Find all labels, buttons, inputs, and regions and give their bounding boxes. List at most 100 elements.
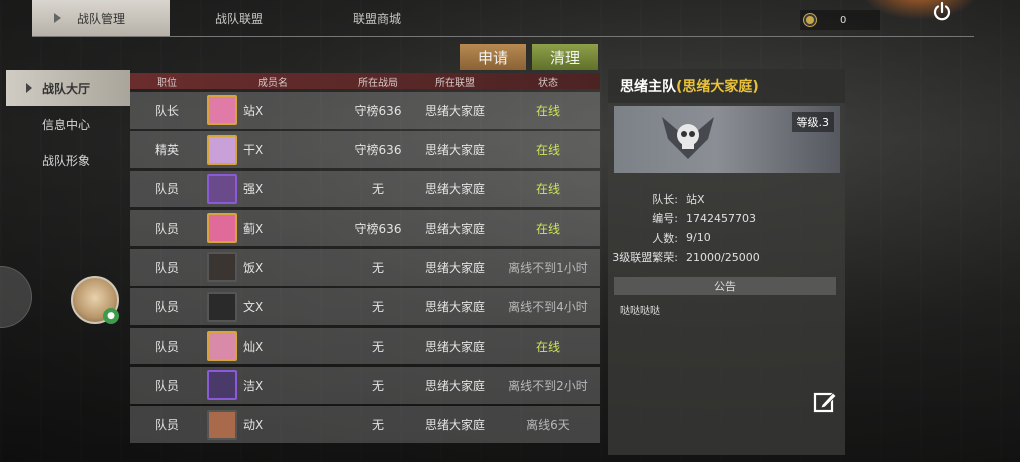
sidebar-item-team-hall[interactable]: 战队大厅: [6, 70, 130, 106]
member-cell: 动X: [204, 409, 342, 440]
member-alliance: 思绪大家庭: [424, 418, 485, 433]
power-icon[interactable]: [930, 0, 954, 24]
tab-team-management[interactable]: 战队管理: [32, 0, 170, 36]
member-cell: 蓟X: [204, 213, 342, 244]
header-status: 状态: [538, 77, 558, 89]
info-row: 3级联盟繁荣: 21000/25000: [608, 248, 845, 268]
member-alliance: 思绪大家庭: [424, 182, 485, 197]
player-avatar[interactable]: ●: [71, 276, 119, 324]
table-row[interactable]: 队员 强X 无 思绪大家庭 在线: [130, 170, 600, 208]
info-value: 9/10: [686, 231, 711, 245]
info-value: 21000/25000: [686, 250, 760, 264]
member-status: 离线6天: [526, 418, 570, 433]
member-table: 职位 成员名 所在战局 所在联盟 状态 队长 站X 守榜636 思绪大家庭 在线 精英 干X…: [130, 73, 600, 443]
member-status: 离线不到1小时: [508, 260, 588, 275]
team-info-panel: 思绪主队 (思绪大家庭) 等级.3 队长: 站X 编号: 1742457703 …: [608, 69, 845, 455]
table-row[interactable]: 队长 站X 守榜636 思绪大家庭 在线: [130, 92, 600, 129]
member-name: 洁X: [243, 378, 264, 393]
member-alliance: 思绪大家庭: [424, 221, 485, 236]
header-alliance: 所在联盟: [435, 77, 475, 89]
member-alliance: 思绪大家庭: [424, 143, 485, 158]
member-status: 在线: [535, 339, 560, 354]
member-avatar[interactable]: [207, 252, 237, 283]
edit-icon[interactable]: [812, 389, 838, 415]
info-value: 站X: [686, 192, 705, 206]
info-key: 队长:: [652, 192, 678, 206]
currency-display: 0: [800, 10, 880, 30]
table-row[interactable]: 队员 文X 无 思绪大家庭 离线不到4小时: [130, 288, 600, 325]
member-cell: 强X: [204, 173, 342, 204]
clean-button[interactable]: 清理: [532, 44, 598, 70]
member-avatar[interactable]: [207, 370, 237, 401]
member-role: 队员: [154, 418, 179, 433]
member-cell: 灿X: [204, 331, 342, 362]
team-banner: 等级.3: [614, 106, 840, 173]
member-match: 守榜636: [354, 221, 402, 236]
member-name: 站X: [243, 103, 264, 118]
info-key: 人数:: [652, 231, 678, 245]
member-alliance: 思绪大家庭: [424, 103, 485, 118]
member-match: 无: [371, 182, 384, 197]
member-cell: 饭X: [204, 252, 342, 283]
member-alliance: 思绪大家庭: [424, 339, 485, 354]
table-body: 队长 站X 守榜636 思绪大家庭 在线 精英 干X 守榜636 思绪大家庭 在线 队员 强X 无思绪大…: [130, 92, 600, 443]
member-role: 队员: [154, 378, 179, 393]
table-row[interactable]: 精英 干X 守榜636 思绪大家庭 在线: [130, 131, 600, 168]
member-alliance: 思绪大家庭: [424, 300, 485, 315]
member-name: 文X: [243, 300, 264, 315]
tab-alliance-shop[interactable]: 联盟商城: [308, 0, 446, 36]
team-info-list: 队长: 站X 编号: 1742457703 人数: 9/10 3级联盟繁荣: 2…: [608, 189, 845, 267]
tab-team-alliance[interactable]: 战队联盟: [170, 0, 308, 36]
member-status: 在线: [535, 143, 560, 158]
member-match: 无: [371, 418, 384, 433]
member-name: 蓟X: [243, 221, 264, 236]
member-name: 饭X: [243, 260, 264, 275]
table-row[interactable]: 队员 饭X 无 思绪大家庭 离线不到1小时: [130, 249, 600, 286]
member-avatar[interactable]: [207, 213, 237, 244]
table-row[interactable]: 队员 灿X 无 思绪大家庭 在线: [130, 327, 600, 365]
member-cell: 洁X: [204, 370, 342, 401]
info-value: 1742457703: [686, 211, 756, 225]
table-row[interactable]: 队员 蓟X 守榜636 思绪大家庭 在线: [130, 209, 600, 247]
sidebar: 战队大厅 信息中心 战队形象: [6, 70, 130, 178]
info-key: 3级联盟繁荣:: [612, 251, 678, 265]
member-match: 无: [371, 260, 384, 275]
coin-icon: [804, 14, 816, 26]
mic-icon[interactable]: ●: [103, 308, 119, 324]
member-role: 队员: [154, 260, 179, 275]
table-row[interactable]: 队员 洁X 无 思绪大家庭 离线不到2小时: [130, 367, 600, 404]
header-name: 成员名: [258, 77, 288, 89]
header-role: 职位: [157, 77, 177, 89]
sidebar-item-label: 战队形象: [42, 153, 91, 168]
member-match: 守榜636: [354, 103, 402, 118]
table-row[interactable]: 队员 动X 无 思绪大家庭 离线6天: [130, 406, 600, 443]
member-alliance: 思绪大家庭: [424, 260, 485, 275]
member-avatar[interactable]: [207, 291, 237, 322]
table-header: 职位 成员名 所在战局 所在联盟 状态: [130, 73, 600, 89]
member-cell: 干X: [204, 134, 342, 165]
sidebar-item-info-center[interactable]: 信息中心: [6, 106, 130, 142]
sidebar-item-team-image[interactable]: 战队形象: [6, 142, 130, 178]
member-name: 强X: [243, 182, 264, 197]
member-status: 在线: [535, 221, 560, 236]
member-avatar[interactable]: [207, 95, 237, 126]
member-name: 动X: [243, 418, 264, 433]
member-avatar[interactable]: [207, 173, 237, 204]
header-match: 所在战局: [358, 77, 398, 89]
member-cell: 站X: [204, 95, 342, 126]
member-avatar[interactable]: [207, 409, 237, 440]
member-role: 精英: [154, 143, 179, 158]
apply-button[interactable]: 申请: [460, 44, 526, 70]
info-row: 编号: 1742457703: [608, 209, 845, 229]
member-avatar[interactable]: [207, 331, 237, 362]
team-level: 等级.3: [791, 112, 834, 132]
skull-emblem-icon: [662, 117, 714, 159]
joystick-button[interactable]: [0, 266, 32, 328]
member-alliance: 思绪大家庭: [424, 378, 485, 393]
member-status: 在线: [535, 182, 560, 197]
tab-label: 战队管理: [76, 11, 125, 26]
member-avatar[interactable]: [207, 134, 237, 165]
member-status: 在线: [535, 103, 560, 118]
team-title: 思绪主队 (思绪大家庭): [608, 69, 845, 103]
sidebar-arrow-icon: [26, 83, 32, 93]
